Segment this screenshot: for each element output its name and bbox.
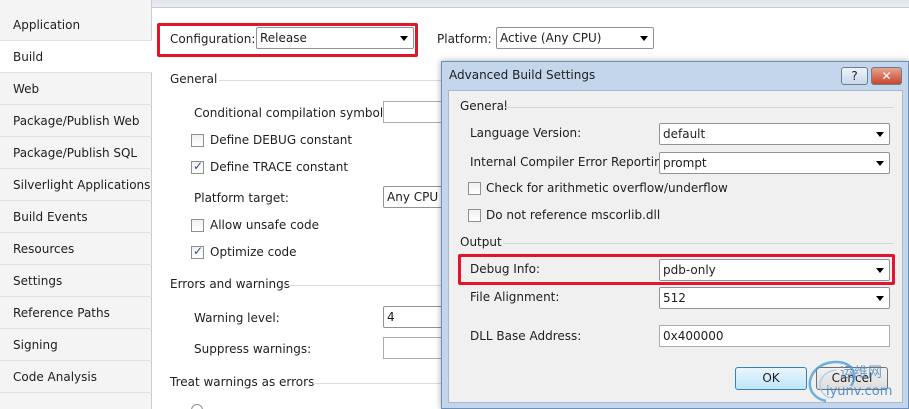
sidebar-item-resources[interactable]: Resources	[0, 233, 152, 265]
platform-value: Active (Any CPU)	[500, 31, 602, 45]
allow-unsafe-label: Allow unsafe code	[210, 218, 320, 232]
sidebar-item-signing[interactable]: Signing	[0, 329, 152, 361]
suppress-warnings-label: Suppress warnings:	[194, 342, 312, 356]
file-alignment-label: File Alignment:	[470, 290, 560, 304]
ice-reporting-value: prompt	[663, 156, 707, 170]
dialog-output-title: Output	[460, 235, 502, 249]
file-alignment-dropdown[interactable]: 512	[659, 287, 890, 309]
errors-section-title: Errors and warnings	[170, 277, 291, 291]
configuration-highlight	[157, 23, 418, 57]
treat-warnings-divider	[313, 383, 443, 384]
sidebar-item-code-analysis[interactable]: Code Analysis	[0, 361, 152, 393]
allow-unsafe-checkbox[interactable]	[191, 219, 204, 232]
sidebar-item-web[interactable]: Web	[0, 73, 152, 105]
sidebar-item-silverlight-applications[interactable]: Silverlight Applications	[0, 169, 152, 201]
file-alignment-value: 512	[663, 291, 686, 305]
platform-label: Platform:	[437, 32, 492, 46]
sidebar-item-build-events[interactable]: Build Events	[0, 201, 152, 233]
dialog-general-title: General	[460, 99, 508, 113]
symbols-input[interactable]	[383, 101, 443, 123]
symbols-label: Conditional compilation symbols:	[194, 106, 394, 120]
chevron-down-icon	[876, 296, 884, 301]
dialog-output-divider	[503, 243, 894, 244]
watermark-text-cn: 运维网	[840, 365, 882, 381]
errors-divider	[283, 285, 443, 286]
dll-base-address-input[interactable]: 0x400000	[659, 325, 890, 347]
define-debug-checkbox[interactable]	[191, 134, 204, 147]
treat-warnings-section-title: Treat warnings as errors	[170, 375, 315, 389]
chevron-down-icon	[876, 132, 884, 137]
debug-info-highlight	[458, 254, 895, 285]
platform-target-dropdown[interactable]: Any CPU	[383, 186, 443, 208]
warning-level-label: Warning level:	[194, 311, 280, 325]
optimize-code-label: Optimize code	[210, 245, 297, 259]
overflow-checkbox[interactable]	[468, 182, 481, 195]
language-version-label: Language Version:	[470, 126, 582, 140]
warning-level-dropdown[interactable]: 4	[383, 306, 443, 328]
chevron-down-icon	[876, 161, 884, 166]
suppress-warnings-input[interactable]	[383, 337, 443, 359]
dialog-general-divider	[505, 107, 894, 108]
sidebar: Application Build Web Package/Publish We…	[0, 0, 153, 409]
mscorlib-checkbox[interactable]	[468, 209, 481, 222]
platform-target-value: Any CPU	[387, 190, 439, 204]
close-button[interactable]: ✕	[871, 67, 902, 85]
sidebar-item-application[interactable]: Application	[0, 9, 152, 41]
sidebar-item-build[interactable]: Build	[0, 41, 153, 73]
general-section-title: General	[170, 72, 218, 86]
optimize-code-checkbox[interactable]	[191, 244, 204, 259]
watermark-text-domain: iyunv.com	[826, 384, 893, 399]
treat-warnings-none-radio[interactable]	[191, 404, 203, 409]
help-button[interactable]: ?	[841, 67, 868, 85]
define-debug-label: Define DEBUG constant	[210, 133, 353, 147]
sidebar-item-settings[interactable]: Settings	[0, 265, 152, 297]
chevron-down-icon	[640, 36, 648, 41]
watermark-logo: 运维网 iyunv.com	[796, 356, 906, 406]
top-strip	[152, 0, 909, 8]
define-trace-checkbox[interactable]	[191, 159, 204, 174]
sidebar-item-reference-paths[interactable]: Reference Paths	[0, 297, 152, 329]
warning-level-value: 4	[387, 310, 395, 324]
general-divider	[219, 80, 443, 81]
platform-target-label: Platform target:	[194, 191, 289, 205]
ice-reporting-label: Internal Compiler Error Reporting:	[470, 155, 674, 169]
platform-dropdown[interactable]: Active (Any CPU)	[496, 27, 654, 49]
define-trace-label: Define TRACE constant	[210, 160, 349, 174]
language-version-dropdown[interactable]: default	[659, 123, 890, 145]
dll-base-address-label: DLL Base Address:	[470, 329, 582, 343]
mscorlib-label: Do not reference mscorlib.dll	[486, 208, 661, 222]
language-version-value: default	[663, 127, 706, 141]
dialog-title: Advanced Build Settings	[449, 68, 596, 82]
ice-reporting-dropdown[interactable]: prompt	[659, 152, 890, 174]
sidebar-item-package-publish-sql[interactable]: Package/Publish SQL	[0, 137, 152, 169]
overflow-label: Check for arithmetic overflow/underflow	[486, 181, 728, 195]
sidebar-item-package-publish-web[interactable]: Package/Publish Web	[0, 105, 152, 137]
